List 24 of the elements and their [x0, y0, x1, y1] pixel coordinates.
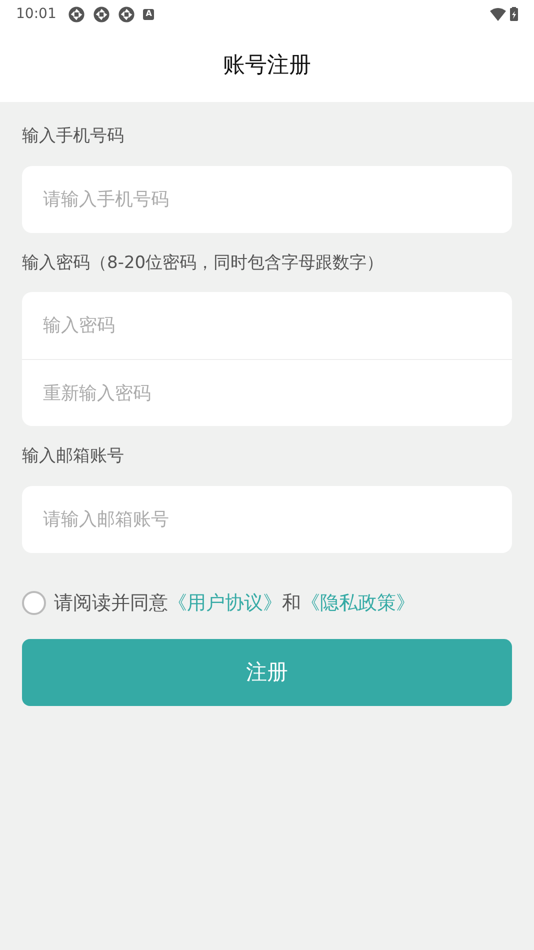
policy-link[interactable]: 《用户协议》	[168, 592, 282, 614]
battery-icon	[510, 7, 518, 21]
policy-link[interactable]: 《隐私政策》	[301, 592, 415, 614]
input-field[interactable]: 请输入邮箱账号	[22, 486, 512, 552]
aperture-icon	[93, 6, 110, 22]
text-input[interactable]: 请输入手机号码	[43, 186, 491, 212]
agreement-text: 请阅读并同意《用户协议》和《隐私政策》	[54, 590, 415, 616]
status-time: 10:01	[16, 4, 56, 24]
field-label: 输入密码（8-20位密码，同时包含字母跟数字）	[22, 252, 385, 274]
text-input[interactable]: 输入密码	[43, 312, 491, 339]
text-input[interactable]: 请输入邮箱账号	[43, 506, 491, 532]
page-title: 账号注册	[223, 52, 311, 80]
text-input[interactable]: 重新输入密码	[43, 380, 491, 406]
agreement-checkbox[interactable]	[22, 590, 46, 615]
wifi-icon	[490, 8, 506, 20]
field-label: 输入邮箱账号	[22, 445, 125, 468]
register-button[interactable]: 注册	[22, 639, 512, 706]
input-field[interactable]: 输入密码	[22, 292, 512, 359]
aperture-icon	[118, 6, 136, 22]
field-label: 输入手机号码	[22, 125, 125, 148]
notification-badge: A	[143, 8, 154, 20]
aperture-icon	[68, 6, 86, 22]
input-field[interactable]: 请输入手机号码	[22, 166, 512, 232]
input-field[interactable]: 重新输入密码	[22, 359, 512, 426]
